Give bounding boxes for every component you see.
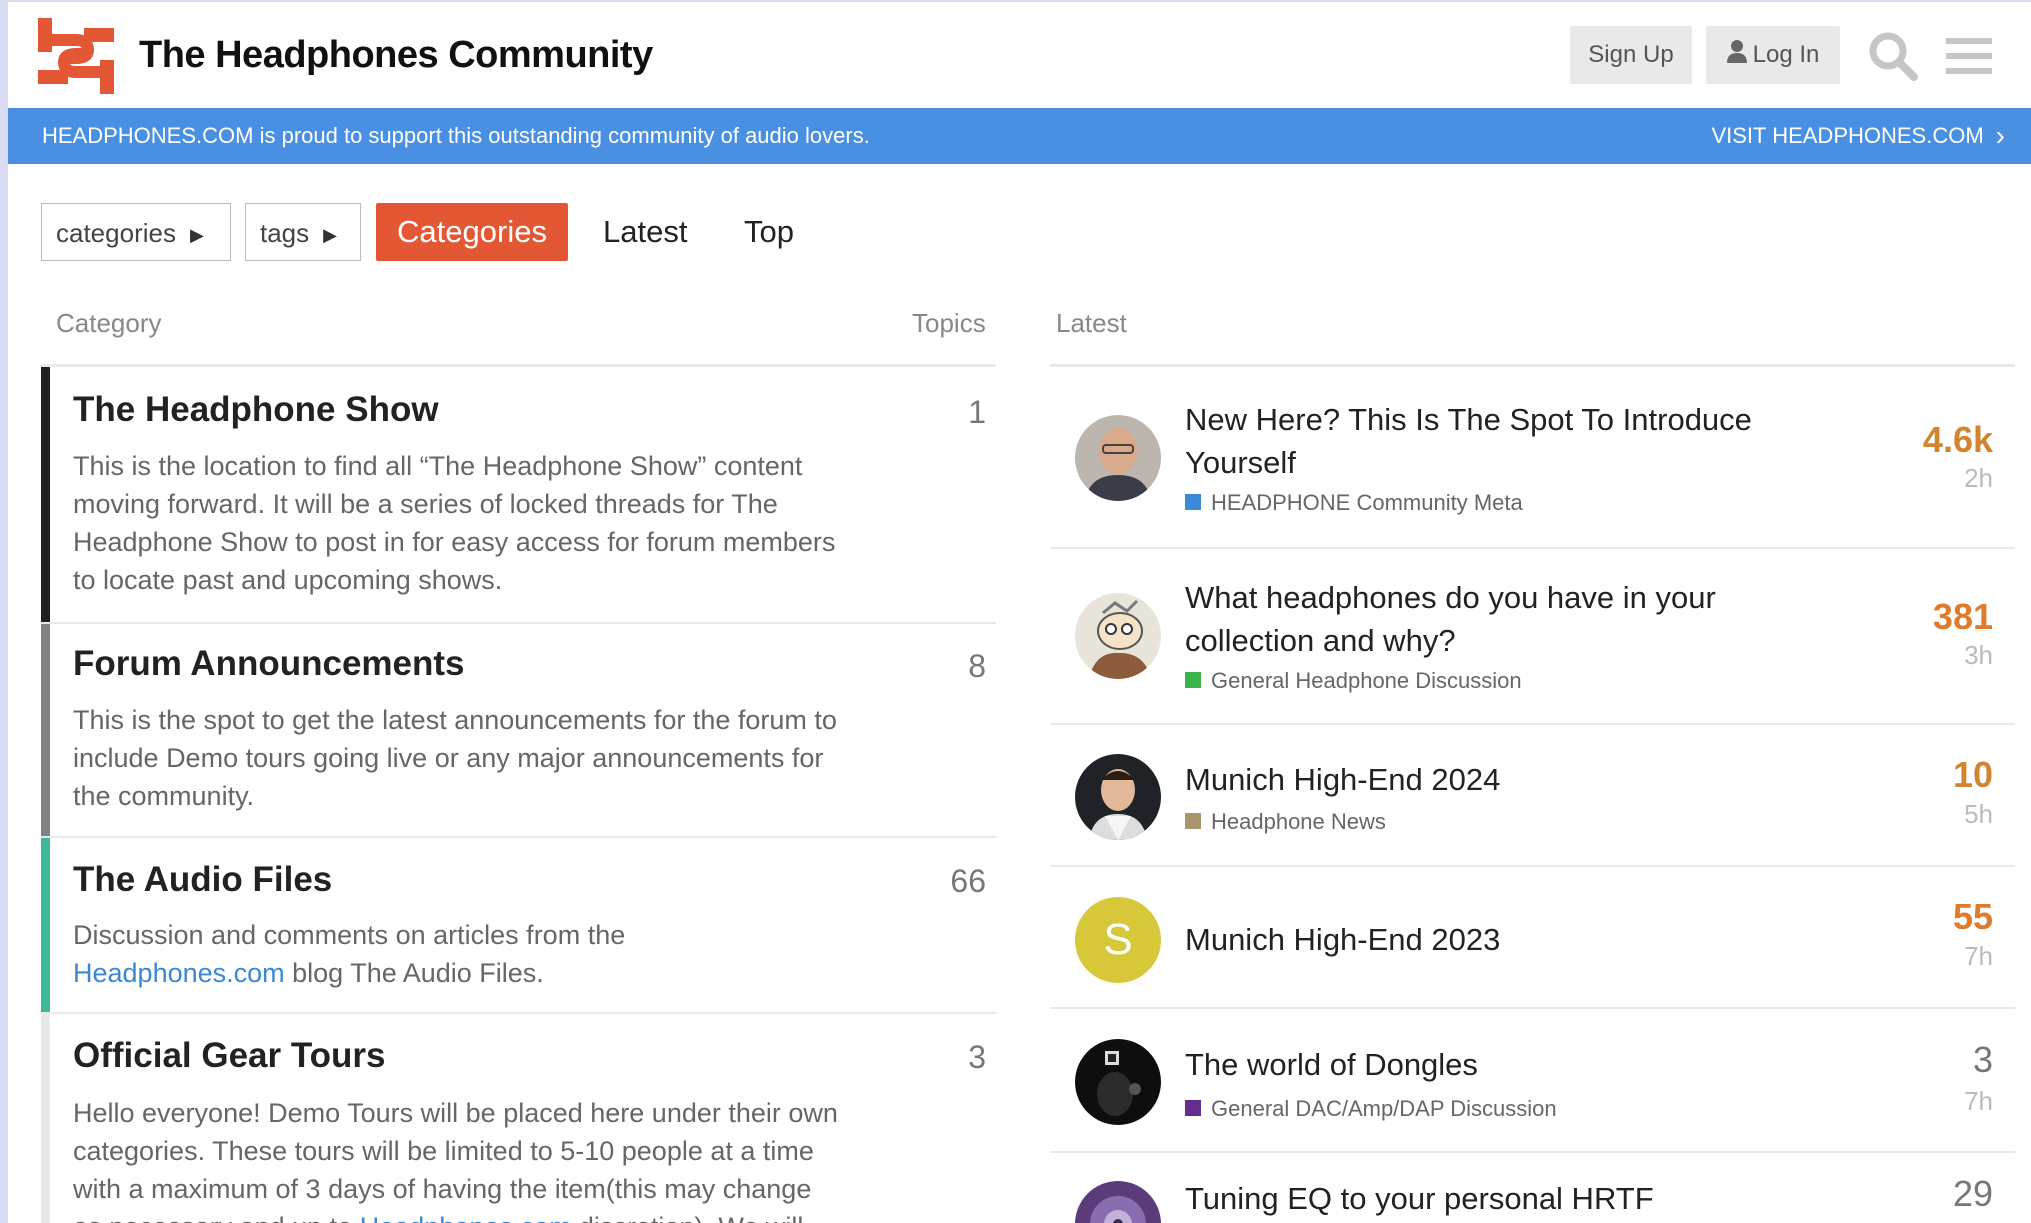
description-text: discretion). We will (571, 1212, 804, 1223)
latest-column-header: Latest (1056, 308, 1127, 338)
category-description: This is the spot to get the latest annou… (73, 705, 837, 811)
topic-title[interactable]: Munich High-End 2023 (1185, 918, 1785, 961)
topic-category[interactable]: General DAC/Amp/DAP Discussion (1185, 1096, 1557, 1122)
activity-age[interactable]: 7h (1964, 941, 1993, 972)
post-count[interactable]: 4.6k (1923, 419, 1993, 461)
topic-row[interactable]: The world of Dongles General DAC/Amp/DAP… (1050, 1009, 2015, 1153)
category-description: Hello everyone! Demo Tours will be place… (73, 1094, 843, 1223)
user-avatar[interactable] (1075, 415, 1161, 501)
user-icon (1726, 27, 1747, 85)
log-in-label: Log In (1752, 41, 1820, 68)
topic-count: 8 (968, 648, 986, 684)
categories-dropdown[interactable]: categories ▶ (41, 203, 231, 261)
category-color-swatch (1185, 672, 1201, 689)
topic-category[interactable]: HEADPHONE Community Meta (1185, 490, 1523, 516)
category-title[interactable]: The Headphone Show (73, 390, 439, 430)
banner-link-label: VISIT HEADPHONES.COM (1711, 123, 1984, 148)
topic-category[interactable]: General Headphone Discussion (1185, 668, 1522, 694)
description-text: Discussion and comments on articles from… (73, 920, 626, 950)
caret-right-icon: ▶ (323, 225, 337, 246)
category-color-bar (41, 1014, 50, 1223)
category-row-forum-announcements[interactable]: Forum Announcements This is the spot to … (41, 624, 996, 838)
topic-category-label: General DAC/Amp/DAP Discussion (1211, 1096, 1557, 1121)
category-description: This is the location to find all “The He… (73, 451, 836, 595)
topic-category[interactable]: Headphone News (1185, 809, 1386, 835)
topics-column-header: Topics (912, 308, 986, 338)
topic-count: 1 (968, 394, 986, 430)
topic-title[interactable]: Munich High-End 2024 (1185, 758, 1785, 801)
category-row-audio-files[interactable]: The Audio Files Discussion and comments … (41, 838, 996, 1014)
category-color-bar (41, 624, 50, 836)
topic-count: 3 (968, 1039, 986, 1075)
headphones-com-link[interactable]: Headphones.com (73, 958, 285, 988)
topic-title[interactable]: What headphones do you have in your coll… (1185, 576, 1785, 662)
activity-age[interactable]: 5h (1964, 799, 1993, 830)
topic-category-label: General Headphone Discussion (1211, 668, 1522, 693)
category-color-swatch (1185, 494, 1201, 511)
visit-headphones-link[interactable]: VISIT HEADPHONES.COM › (1711, 108, 2005, 164)
promo-banner: HEADPHONES.COM is proud to support this … (8, 108, 2031, 164)
description-text: blog The Audio Files. (284, 958, 544, 988)
sign-up-button[interactable]: Sign Up (1570, 26, 1692, 84)
category-color-bar (41, 838, 50, 1012)
category-color-swatch (1185, 1100, 1201, 1117)
category-description: Discussion and comments on articles from… (73, 916, 843, 992)
user-avatar[interactable] (1075, 1181, 1161, 1223)
user-avatar[interactable] (1075, 593, 1161, 679)
site-header: The Headphones Community Sign Up Log In (8, 2, 2031, 108)
post-count[interactable]: 3 (1973, 1039, 1993, 1081)
log-in-button[interactable]: Log In (1706, 26, 1840, 84)
tab-latest[interactable]: Latest (603, 203, 687, 261)
category-color-swatch (1185, 813, 1201, 830)
user-avatar[interactable]: S (1075, 897, 1161, 983)
tags-dropdown[interactable]: tags ▶ (245, 203, 361, 261)
site-title[interactable]: The Headphones Community (139, 34, 653, 77)
post-count[interactable]: 55 (1953, 896, 1993, 938)
user-avatar[interactable] (1075, 754, 1161, 840)
topic-row[interactable]: What headphones do you have in your coll… (1050, 549, 2015, 725)
activity-age[interactable]: 3h (1964, 640, 1993, 671)
post-count[interactable]: 10 (1953, 754, 1993, 796)
post-count[interactable]: 29 (1953, 1173, 1993, 1215)
category-title[interactable]: Official Gear Tours (73, 1036, 386, 1076)
description-text: Hello everyone! Demo Tours will be place… (73, 1098, 838, 1223)
category-row-official-gear-tours[interactable]: Official Gear Tours Hello everyone! Demo… (41, 1014, 996, 1223)
topic-row[interactable]: New Here? This Is The Spot To Introduce … (1050, 367, 2015, 549)
tab-categories[interactable]: Categories (376, 203, 568, 261)
headphones-com-link[interactable]: Headphones.com (360, 1212, 572, 1223)
activity-age[interactable]: 7h (1964, 1086, 1993, 1117)
banner-text: HEADPHONES.COM is proud to support this … (42, 123, 870, 148)
category-color-bar (41, 367, 50, 622)
category-title[interactable]: Forum Announcements (73, 644, 465, 684)
headphones-logo-icon[interactable] (38, 18, 114, 94)
page: The Headphones Community Sign Up Log In … (8, 2, 2031, 1223)
topic-category-label: HEADPHONE Community Meta (1211, 490, 1523, 515)
topic-row[interactable]: Tuning EQ to your personal HRTF 29 (1050, 1153, 2015, 1223)
hamburger-menu-icon[interactable] (1944, 30, 1996, 82)
topic-row[interactable]: Munich High-End 2024 Headphone News 10 5… (1050, 725, 2015, 867)
topic-category-label: Headphone News (1211, 809, 1386, 834)
topic-count: 66 (950, 863, 986, 899)
chevron-right-icon: › (1995, 120, 2005, 151)
tags-dropdown-label: tags (260, 218, 310, 248)
topic-row[interactable]: S Munich High-End 2023 55 7h (1050, 867, 2015, 1009)
topic-title[interactable]: The world of Dongles (1185, 1043, 1785, 1086)
activity-age[interactable]: 2h (1964, 463, 1993, 494)
categories-dropdown-label: categories (56, 218, 176, 248)
topic-title[interactable]: New Here? This Is The Spot To Introduce … (1185, 398, 1785, 484)
search-icon[interactable] (1867, 30, 1919, 82)
user-avatar[interactable] (1075, 1039, 1161, 1125)
tab-top[interactable]: Top (744, 203, 794, 261)
post-count[interactable]: 381 (1933, 596, 1993, 638)
caret-right-icon: ▶ (189, 225, 204, 246)
topic-title[interactable]: Tuning EQ to your personal HRTF (1185, 1177, 1785, 1220)
category-row-headphone-show[interactable]: The Headphone Show This is the location … (41, 367, 996, 624)
category-title[interactable]: The Audio Files (73, 860, 332, 900)
category-column-header: Category (56, 308, 162, 338)
